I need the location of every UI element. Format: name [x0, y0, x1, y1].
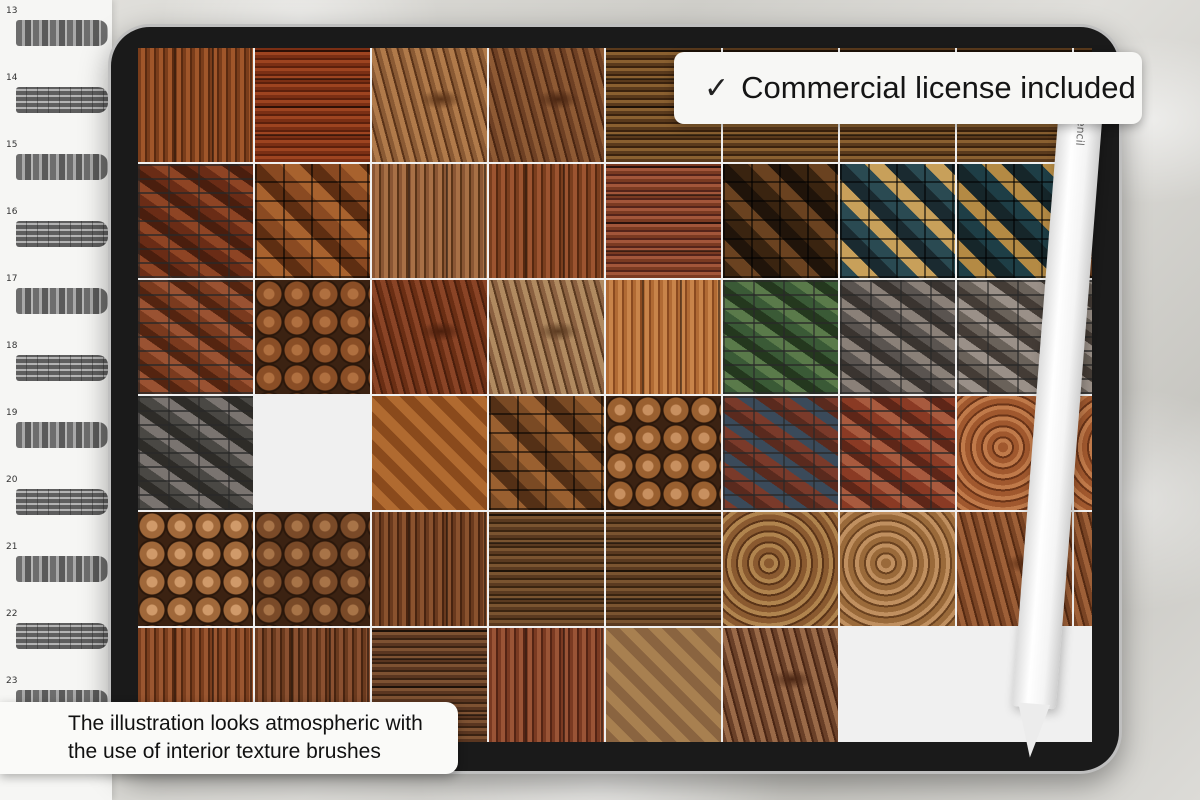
- brush-stroke-preview: [16, 288, 108, 314]
- texture-tile: [489, 628, 604, 742]
- texture-tile: [138, 164, 253, 278]
- caption-line-1: The illustration looks atmospheric with: [68, 712, 423, 735]
- caption-box: The illustration looks atmospheric with …: [0, 702, 458, 774]
- license-text: Commercial license included: [741, 70, 1136, 105]
- texture-tile: [489, 164, 604, 278]
- check-icon: ✓: [704, 70, 730, 106]
- brush-number: 23: [6, 676, 18, 686]
- texture-tile: [606, 512, 721, 626]
- texture-tile: [489, 512, 604, 626]
- brush-row: 17: [0, 274, 112, 334]
- brush-stroke-preview: [16, 556, 108, 582]
- brush-stroke-preview: [16, 422, 108, 448]
- brush-row: 16: [0, 207, 112, 267]
- texture-tile: [255, 396, 370, 510]
- brush-row: 22: [0, 609, 112, 669]
- brush-row: 21: [0, 542, 112, 602]
- texture-grid: [138, 48, 1092, 742]
- texture-tile: [138, 48, 253, 162]
- texture-tile: [606, 164, 721, 278]
- brush-preview-strip: 13 14 15 16 17 18 19 20 21 22 23: [0, 0, 112, 800]
- texture-tile: [723, 280, 838, 394]
- brush-number: 20: [6, 475, 18, 485]
- texture-tile: [840, 628, 955, 742]
- texture-tile: [255, 164, 370, 278]
- texture-tile: [138, 396, 253, 510]
- texture-tile: [255, 280, 370, 394]
- texture-tile: [255, 48, 370, 162]
- texture-tile: [489, 396, 604, 510]
- tablet-screen: [138, 48, 1092, 742]
- brush-row: 15: [0, 140, 112, 200]
- texture-tile: [606, 628, 721, 742]
- texture-tile: [372, 280, 487, 394]
- brush-stroke-preview: [16, 221, 108, 247]
- brush-number: 13: [6, 6, 18, 16]
- brush-stroke-preview: [16, 87, 108, 113]
- brush-stroke-preview: [16, 20, 108, 46]
- texture-tile: [372, 396, 487, 510]
- caption-line-2: the use of interior texture brushes: [68, 740, 381, 763]
- pencil-tip: [1013, 702, 1051, 759]
- texture-tile: [606, 280, 721, 394]
- brush-row: 13: [0, 6, 112, 66]
- brush-number: 21: [6, 542, 18, 552]
- brush-stroke-preview: [16, 623, 108, 649]
- texture-tile: [489, 48, 604, 162]
- texture-tile: [138, 512, 253, 626]
- brush-number: 14: [6, 73, 18, 83]
- brush-number: 15: [6, 140, 18, 150]
- texture-tile: [372, 164, 487, 278]
- texture-tile: [723, 164, 838, 278]
- texture-tile: [138, 280, 253, 394]
- texture-tile: [723, 628, 838, 742]
- brush-row: 19: [0, 408, 112, 468]
- brush-number: 16: [6, 207, 18, 217]
- texture-tile: [840, 164, 955, 278]
- license-badge: ✓ Commercial license included: [674, 52, 1142, 124]
- brush-number: 19: [6, 408, 18, 418]
- texture-tile: [840, 396, 955, 510]
- texture-tile: [723, 396, 838, 510]
- texture-tile: [840, 280, 955, 394]
- brush-row: 14: [0, 73, 112, 133]
- brush-number: 18: [6, 341, 18, 351]
- brush-stroke-preview: [16, 489, 108, 515]
- texture-tile: [840, 512, 955, 626]
- texture-tile: [1074, 628, 1092, 742]
- texture-tile: [489, 280, 604, 394]
- brush-stroke-preview: [16, 154, 108, 180]
- brush-stroke-preview: [16, 355, 108, 381]
- brush-number: 17: [6, 274, 18, 284]
- texture-tile: [606, 396, 721, 510]
- texture-tile: [372, 512, 487, 626]
- brush-row: 18: [0, 341, 112, 401]
- texture-tile: [372, 48, 487, 162]
- texture-tile: [255, 512, 370, 626]
- brush-number: 22: [6, 609, 18, 619]
- brush-row: 20: [0, 475, 112, 535]
- texture-tile: [723, 512, 838, 626]
